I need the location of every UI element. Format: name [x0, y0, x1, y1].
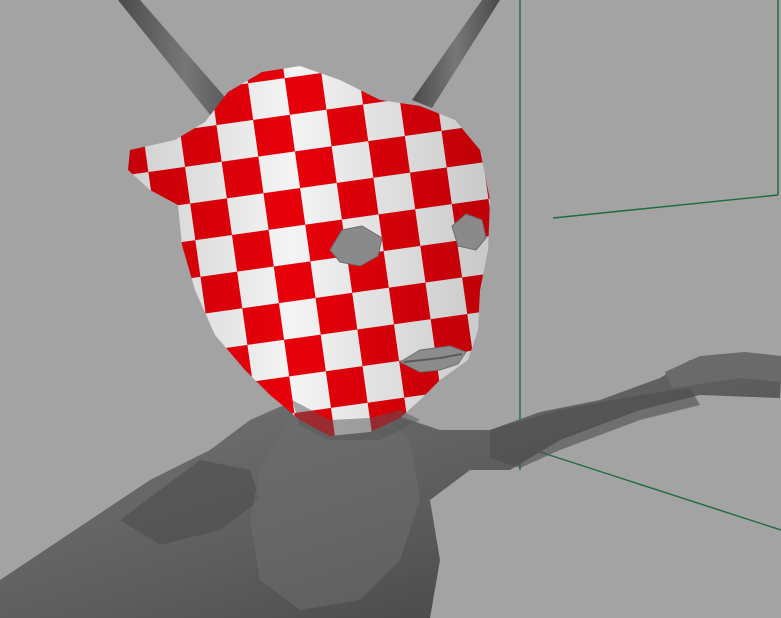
right-arm-shadow — [490, 388, 700, 468]
grid-line-horizontal-upper — [552, 194, 779, 219]
grid-line-horizontal-lower — [539, 451, 781, 531]
grid-lines — [519, 0, 781, 531]
head-shading — [128, 66, 490, 436]
3d-viewport[interactable] — [0, 0, 781, 618]
character-head — [128, 66, 490, 440]
right-antenna — [412, 0, 500, 108]
scene-render — [0, 0, 781, 618]
